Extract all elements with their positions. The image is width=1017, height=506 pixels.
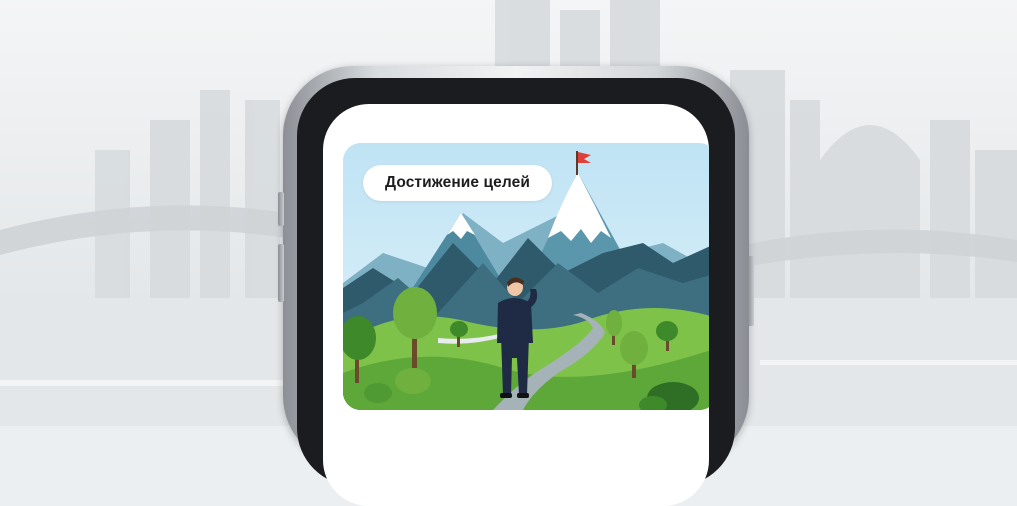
bush	[364, 383, 392, 403]
phone-power-button	[748, 256, 754, 326]
phone-bezel: Достижение целей	[297, 78, 735, 506]
phone-screen: Достижение целей	[323, 104, 709, 506]
phone-frame: Достижение целей	[278, 66, 754, 506]
goal-illustration-card[interactable]: Достижение целей	[343, 143, 709, 410]
bush	[395, 368, 431, 394]
phone-volume-button	[278, 244, 284, 302]
phone-side-button	[278, 192, 284, 226]
goal-title-bubble: Достижение целей	[363, 165, 552, 201]
